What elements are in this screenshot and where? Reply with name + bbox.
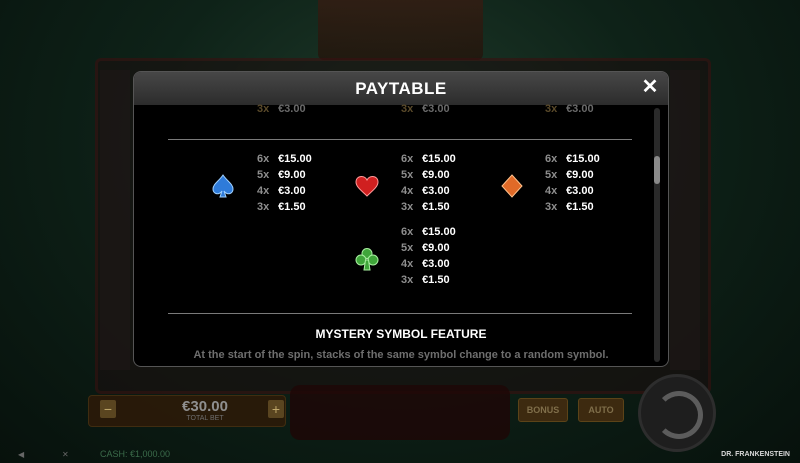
game-title: DR. FRANKENSTEIN (721, 451, 790, 458)
club-icon (355, 248, 379, 271)
scrollbar-thumb[interactable] (654, 156, 660, 184)
feature-description: At the start of the spin, stacks of the … (193, 349, 609, 361)
refresh-icon (655, 391, 703, 439)
auto-button[interactable]: AUTO (578, 398, 624, 422)
bet-label: TOTAL BET (186, 415, 224, 422)
top-pay-row-1: 3x €3.00 (257, 103, 306, 115)
diamond-icon (501, 174, 523, 198)
feature-title: MYSTERY SYMBOL FEATURE (315, 327, 487, 341)
cash-label: CASH: €1,000.00 (100, 449, 171, 459)
spade-pays: 6x €15.00 5x €9.00 4x €3.00 3x €1.50 (257, 153, 312, 213)
bonus-button[interactable]: BONUS (518, 398, 568, 422)
top-pay-row-2: 3x €3.00 (401, 103, 450, 115)
heart-icon (355, 175, 379, 197)
bet-increase-button[interactable]: + (268, 400, 284, 418)
modal-body: 3x €3.00 3x €3.00 3x €3.00 6x €15.00 5x … (134, 103, 668, 366)
bet-decrease-button[interactable]: − (100, 400, 116, 418)
divider-top (168, 139, 632, 140)
scrollbar-track[interactable] (654, 108, 660, 362)
spade-icon (212, 174, 234, 198)
paytable-modal: PAYTABLE ✕ 3x €3.00 3x €3.00 3x €3.00 6x… (133, 71, 669, 367)
club-pays: 6x €15.00 5x €9.00 4x €3.00 3x €1.50 (401, 226, 456, 286)
machine-top-decoration (318, 0, 483, 60)
top-pay-row-3: 3x €3.00 (545, 103, 594, 115)
modal-title: PAYTABLE (355, 79, 447, 98)
divider-bottom (168, 313, 632, 314)
settings-icon[interactable]: ✕ (62, 450, 72, 459)
spin-button[interactable] (638, 374, 716, 452)
reel-side-left (100, 70, 130, 370)
sound-icon[interactable]: ◀ (18, 450, 28, 459)
reel-side-right (670, 70, 700, 370)
bet-value: €30.00 (182, 398, 228, 415)
diamond-pays: 6x €15.00 5x €9.00 4x €3.00 3x €1.50 (545, 153, 600, 213)
center-panel (290, 385, 510, 440)
heart-pays: 6x €15.00 5x €9.00 4x €3.00 3x €1.50 (401, 153, 456, 213)
close-icon[interactable]: ✕ (640, 77, 660, 97)
